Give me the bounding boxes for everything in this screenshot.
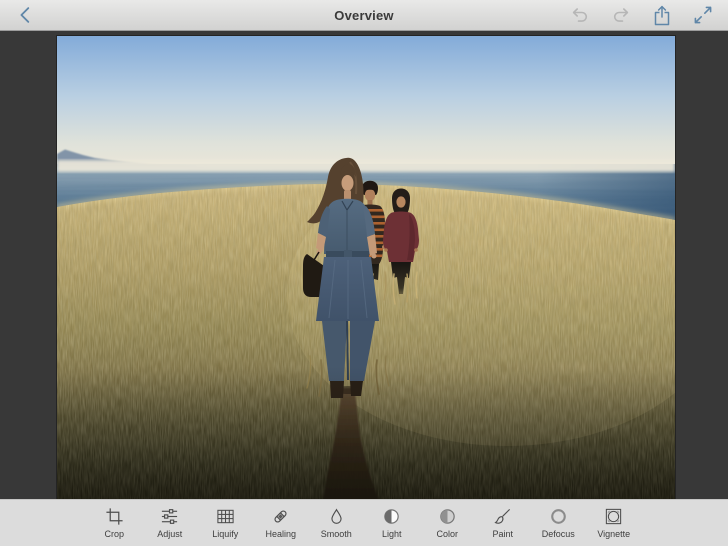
- undo-button[interactable]: [568, 0, 592, 30]
- tool-vignette[interactable]: Vignette: [586, 500, 642, 539]
- tool-light[interactable]: Light: [364, 500, 420, 539]
- crop-icon: [105, 506, 124, 526]
- tool-label: Color: [436, 530, 458, 539]
- tool-label: Liquify: [212, 530, 238, 539]
- editor-workspace: [0, 31, 728, 500]
- sky: [57, 36, 675, 170]
- ring-icon: [549, 506, 568, 526]
- fullscreen-icon: [692, 4, 714, 26]
- share-icon: [651, 4, 673, 27]
- tool-label: Adjust: [157, 530, 182, 539]
- half-circle-gray-icon: [438, 506, 457, 526]
- top-bar: Overview: [0, 0, 728, 31]
- fullscreen-button[interactable]: [691, 0, 715, 30]
- tool-label: Healing: [265, 530, 296, 539]
- tool-label: Light: [382, 530, 402, 539]
- tool-adjust[interactable]: Adjust: [142, 500, 198, 539]
- redo-button[interactable]: [609, 0, 633, 30]
- redo-icon: [610, 4, 632, 26]
- tool-paint[interactable]: Paint: [475, 500, 531, 539]
- paintbrush-icon: [493, 506, 512, 526]
- tool-crop[interactable]: Crop: [87, 500, 143, 539]
- tool-label: Smooth: [321, 530, 352, 539]
- tools-bar: Crop Adjust Liquify: [0, 499, 728, 546]
- tool-label: Vignette: [597, 530, 630, 539]
- tool-healing[interactable]: Healing: [253, 500, 309, 539]
- photo-editor-app: Overview: [0, 0, 728, 546]
- tool-label: Paint: [492, 530, 513, 539]
- landscape-photo: [57, 36, 675, 500]
- foreground-shadow: [57, 366, 675, 500]
- tool-defocus[interactable]: Defocus: [531, 500, 587, 539]
- back-chevron-icon: [15, 4, 37, 26]
- horizon-haze: [57, 160, 675, 172]
- top-bar-actions: [568, 0, 728, 30]
- mesh-grid-icon: [216, 506, 235, 526]
- half-circle-dark-icon: [382, 506, 401, 526]
- tool-label: Crop: [104, 530, 124, 539]
- tool-label: Defocus: [542, 530, 575, 539]
- photo-canvas[interactable]: [57, 36, 675, 500]
- sliders-icon: [160, 506, 179, 526]
- tool-liquify[interactable]: Liquify: [198, 500, 254, 539]
- share-button[interactable]: [650, 0, 674, 30]
- droplet-icon: [327, 506, 346, 526]
- tool-smooth[interactable]: Smooth: [309, 500, 365, 539]
- undo-icon: [569, 4, 591, 26]
- tool-color[interactable]: Color: [420, 500, 476, 539]
- back-button[interactable]: [13, 0, 39, 30]
- framed-circle-icon: [604, 506, 623, 526]
- bandage-icon: [271, 506, 290, 526]
